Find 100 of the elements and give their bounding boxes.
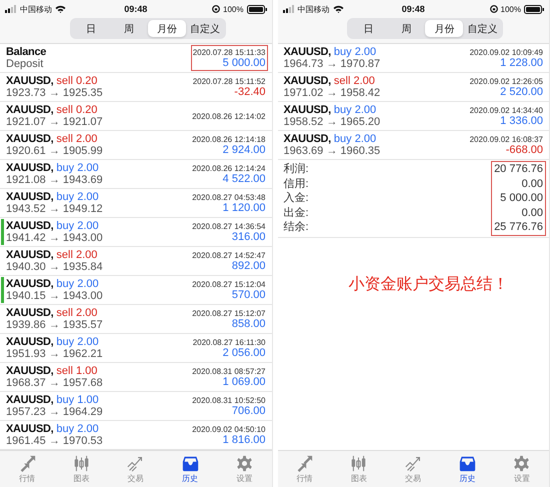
symbol-label: XAUUSD, [6, 191, 54, 203]
order-label: sell 1.00 [56, 365, 98, 377]
order-label: sell 2.00 [56, 133, 98, 145]
tab-bar-item[interactable]: 行情 [0, 451, 54, 487]
order-label: sell 2.00 [56, 249, 98, 261]
price-range: 1939.86 → 1935.57 [6, 319, 103, 331]
order-label: buy 2.00 [56, 278, 99, 290]
profit-amount: 2 520.00 [500, 86, 543, 98]
summary-label: 结余: [284, 220, 309, 234]
carrier-name: 中国移动 [20, 4, 52, 14]
symbol-label: XAUUSD, [6, 104, 54, 116]
period-tab[interactable]: 周 [110, 20, 148, 37]
date-time: 2020.08.31 08:57:27 [192, 366, 266, 376]
symbol-label: XAUUSD, [6, 133, 54, 145]
summary-label: 出金: [284, 206, 309, 220]
operation-type: Deposit [6, 58, 44, 70]
profit-amount: 316.00 [232, 230, 266, 242]
price-range: 1958.52 → 1965.20 [284, 116, 380, 128]
date-time: 2020.08.26 12:14:02 [192, 112, 266, 120]
profit-amount: 4 522.00 [222, 172, 266, 184]
profit-amount: 1 336.00 [500, 114, 543, 126]
date-time: 2020.08.27 16:11:30 [192, 338, 266, 346]
summary-label: 信用: [284, 176, 309, 191]
period-tab[interactable]: 月份 [148, 20, 186, 37]
period-tab[interactable]: 自定义 [186, 20, 224, 37]
profit-amount: 1 069.00 [222, 376, 266, 388]
profit-amount: 706.00 [232, 404, 266, 416]
symbol-label: XAUUSD, [6, 162, 54, 174]
summary-label: 入金: [284, 191, 309, 206]
period-tab[interactable]: 日 [349, 20, 388, 37]
period-tab[interactable]: 自定义 [463, 20, 502, 37]
period-tab[interactable]: 周 [387, 20, 426, 37]
summary-value: 0.00 [522, 206, 543, 220]
tab-bar-item[interactable]: 图表 [54, 451, 109, 487]
date-time: 2020.08.27 14:36:54 [192, 222, 266, 230]
tab-bar-item[interactable]: 设置 [217, 451, 272, 487]
summary-label: 利润: [284, 162, 309, 176]
price-range: 1941.42 → 1943.00 [6, 232, 103, 244]
wifi-icon [55, 5, 66, 13]
date-time: 2020.08.27 14:52:47 [192, 250, 266, 260]
date-time: 2020.09.02 12:26:05 [470, 76, 543, 86]
battery-percent: 100% [500, 4, 521, 14]
price-range: 1921.07 → 1921.07 [6, 116, 103, 128]
arrows-icon [18, 454, 36, 472]
candlestick-icon [350, 454, 368, 472]
profit-amount: 1 120.00 [222, 202, 266, 214]
order-label: buy 2.00 [56, 220, 99, 232]
battery-icon [524, 4, 544, 14]
tab-bar-item[interactable]: 行情 [278, 451, 332, 487]
tab-bar-item[interactable]: 交易 [386, 451, 440, 487]
profit-amount: 858.00 [232, 318, 266, 330]
profit-amount: 1 816.00 [222, 434, 266, 446]
symbol-label: XAUUSD, [6, 75, 54, 87]
clock-time: 09:48 [124, 4, 148, 14]
profit-amount: -32.40 [234, 86, 266, 98]
symbol-label: XAUUSD, [284, 46, 331, 58]
symbol-label: XAUUSD, [6, 423, 54, 435]
date-time: 2020.09.02 04:50:10 [192, 424, 266, 434]
date-time: 2020.08.27 04:53:48 [192, 192, 266, 202]
trend-icon [127, 454, 144, 472]
symbol-label: XAUUSD, [284, 75, 331, 87]
carrier-name: 中国移动 [298, 4, 330, 14]
arrows-icon [296, 454, 314, 472]
caption-text: 小资金账户交易总结！ [348, 274, 508, 294]
profit-amount: 5 000.00 [222, 56, 266, 68]
tab-bar-item[interactable]: 设置 [494, 451, 549, 487]
rotation-lock-icon [490, 5, 498, 13]
candlestick-icon [72, 454, 90, 472]
signal-icon [5, 5, 17, 13]
date-time: 2020.08.27 15:12:07 [192, 308, 266, 318]
date-time: 2020.07.28 15:11:33 [192, 48, 266, 56]
symbol-label: XAUUSD, [284, 133, 331, 145]
symbol-label: XAUUSD, [6, 307, 54, 319]
symbol-label: XAUUSD, [6, 249, 54, 261]
symbol-label: XAUUSD, [284, 104, 331, 116]
inbox-icon [182, 454, 199, 472]
period-tab[interactable]: 月份 [425, 20, 464, 37]
order-label: buy 2.00 [56, 423, 99, 435]
battery-percent: 100% [223, 4, 244, 14]
price-range: 1963.69 → 1960.35 [284, 145, 380, 157]
price-range: 1961.45 → 1970.53 [6, 435, 103, 447]
order-label: sell 0.20 [56, 104, 98, 116]
summary-value: 20 776.76 [494, 162, 543, 176]
price-range: 1968.37 → 1957.68 [6, 377, 103, 389]
symbol-label: XAUUSD, [6, 278, 54, 290]
tab-bar-item[interactable]: 历史 [440, 451, 495, 487]
tab-bar-item[interactable]: 历史 [162, 451, 218, 487]
period-tab[interactable]: 日 [72, 20, 110, 37]
price-range: 1951.93 → 1962.21 [6, 348, 103, 360]
order-label: buy 1.00 [56, 394, 99, 406]
price-range: 1923.73 → 1925.35 [6, 87, 103, 99]
tab-bar-item[interactable]: 图表 [332, 451, 386, 487]
date-time: 2020.09.02 14:34:40 [470, 106, 543, 114]
tab-bar-item[interactable]: 交易 [108, 451, 163, 487]
symbol-label: XAUUSD, [6, 365, 54, 377]
price-range: 1964.73 → 1970.87 [284, 58, 380, 70]
price-range: 1921.08 → 1943.69 [6, 174, 103, 186]
rotation-lock-icon [212, 5, 220, 13]
settings-icon [513, 454, 530, 472]
date-time: 2020.09.02 10:09:49 [470, 48, 543, 56]
